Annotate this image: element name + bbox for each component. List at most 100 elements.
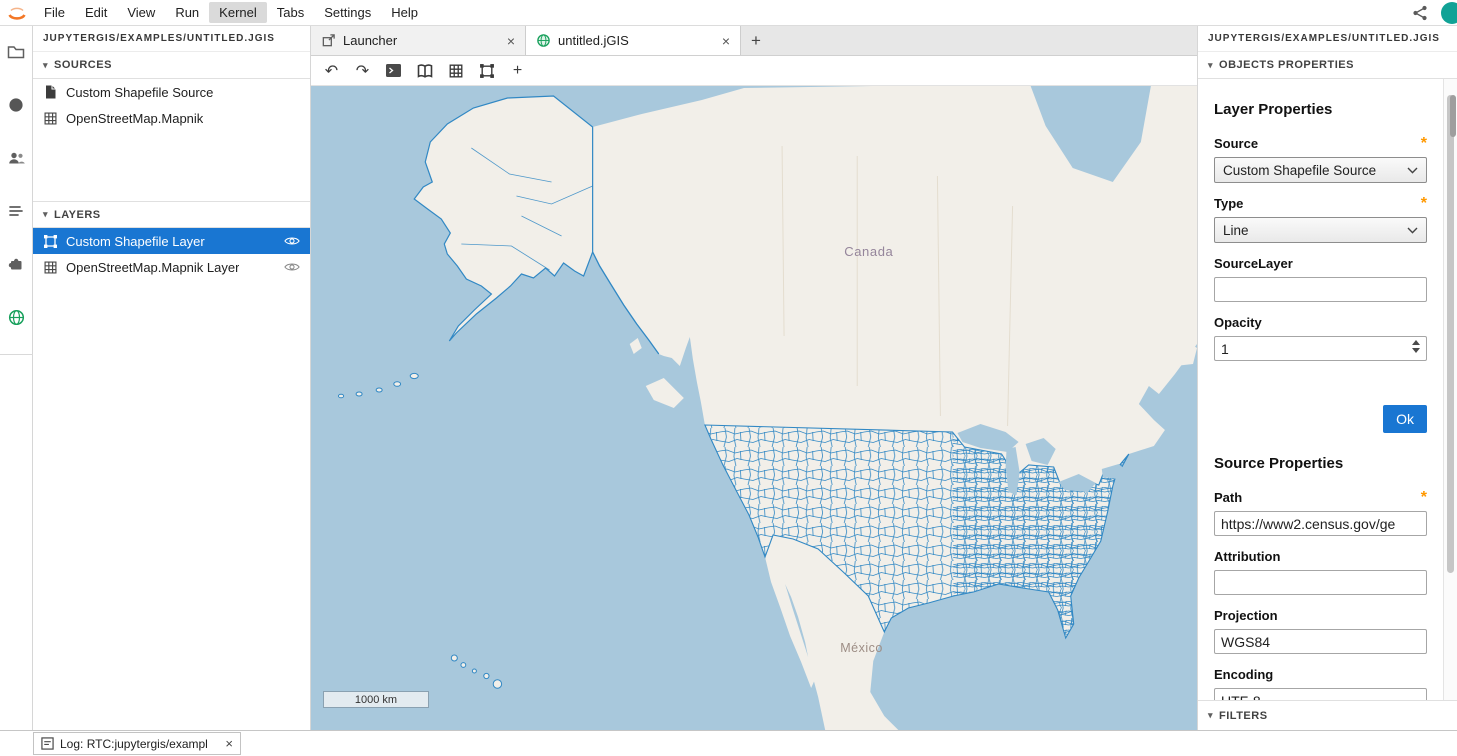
source-item-shapefile[interactable]: Custom Shapefile Source [33, 79, 310, 105]
attribution-input[interactable] [1214, 570, 1427, 595]
file-icon [43, 84, 58, 100]
basemap-gallery-button[interactable] [412, 59, 437, 83]
sidebar-tab-running[interactable] [3, 92, 29, 118]
type-select[interactable]: Line [1214, 217, 1427, 243]
sources-spacer [33, 131, 310, 201]
console-icon [385, 63, 402, 78]
user-avatar[interactable] [1441, 2, 1457, 24]
map-label-canada: Canada [844, 244, 893, 259]
type-field: Type * Line [1214, 196, 1427, 243]
source-select-value: Custom Shapefile Source [1223, 163, 1376, 178]
grid-icon [448, 63, 464, 79]
tab-bar: Launcher × untitled.jGIS × + [311, 26, 1197, 56]
right-properties-panel: JUPYTERGIS/EXAMPLES/UNTITLED.JGIS ▾ OBJE… [1197, 26, 1457, 730]
panel-scrollbar-thumb[interactable] [1447, 95, 1454, 573]
source-item-label: OpenStreetMap.Mapnik [66, 111, 203, 126]
main-area: JUPYTERGIS/EXAMPLES/UNTITLED.JGIS ▾ SOUR… [0, 26, 1457, 730]
filters-header-label: FILTERS [1219, 710, 1268, 722]
attribution-label: Attribution [1214, 549, 1280, 564]
source-select[interactable]: Custom Shapefile Source [1214, 157, 1427, 183]
window-scrollbar-thumb[interactable] [1450, 95, 1456, 137]
opacity-field: Opacity [1214, 315, 1427, 361]
chevron-down-icon [1407, 167, 1418, 174]
tab-label: Launcher [343, 33, 397, 48]
opacity-input[interactable] [1214, 336, 1427, 361]
tab-close-button[interactable]: × [720, 34, 732, 48]
caret-down-icon: ▾ [43, 210, 48, 219]
menu-settings[interactable]: Settings [314, 2, 381, 23]
sidebar-tab-extensions[interactable] [3, 251, 29, 277]
encoding-input[interactable] [1214, 688, 1427, 700]
projection-label: Projection [1214, 608, 1278, 623]
caret-down-icon: ▾ [1208, 711, 1213, 720]
sidebar-tab-files[interactable] [3, 39, 29, 65]
sidebar-tab-collaboration[interactable] [3, 145, 29, 171]
menu-kernel[interactable]: Kernel [209, 2, 267, 23]
undo-button[interactable]: ↶ [319, 59, 344, 83]
share-button[interactable] [1411, 4, 1429, 22]
source-item-label: Custom Shapefile Source [66, 85, 213, 100]
vector-square-icon [43, 234, 58, 249]
filters-section-header[interactable]: ▾ FILTERS [1198, 700, 1457, 730]
activity-bar-divider [0, 354, 33, 355]
tab-close-button[interactable]: × [505, 34, 517, 48]
vector-layer-button[interactable] [474, 59, 499, 83]
add-layer-button[interactable]: + [505, 59, 530, 83]
log-console-tab[interactable]: Log: RTC:jupytergis/exampl × [33, 732, 241, 755]
menu-tabs[interactable]: Tabs [267, 2, 314, 23]
ok-button[interactable]: Ok [1383, 405, 1427, 433]
required-asterisk: * [1421, 199, 1427, 209]
spinner-up-icon [1412, 340, 1420, 345]
map-label-mexico: México [840, 641, 883, 655]
breadcrumb: JUPYTERGIS/EXAMPLES/UNTITLED.JGIS [1198, 26, 1457, 52]
map-scale-bar: 1000 km [323, 691, 429, 708]
opacity-spinner[interactable] [1412, 340, 1420, 353]
objects-properties-label: OBJECTS PROPERTIES [1219, 59, 1354, 71]
grid-icon [43, 260, 58, 275]
layer-visibility-button[interactable] [284, 260, 300, 274]
menu-file[interactable]: File [34, 2, 75, 23]
bottom-panel-bar: Log: RTC:jupytergis/exampl × [0, 730, 1457, 756]
caret-down-icon: ▾ [1208, 61, 1213, 70]
menu-edit[interactable]: Edit [75, 2, 117, 23]
folder-icon [7, 43, 25, 61]
layer-item-shapefile[interactable]: Custom Shapefile Layer [33, 228, 310, 254]
path-input[interactable] [1214, 511, 1427, 536]
sourcelayer-field: SourceLayer [1214, 256, 1427, 302]
tab-label: untitled.jGIS [558, 33, 629, 48]
projection-input[interactable] [1214, 629, 1427, 654]
users-icon [7, 149, 26, 167]
log-tab-close-button[interactable]: × [225, 736, 233, 751]
menu-view[interactable]: View [117, 2, 165, 23]
map-book-icon [416, 63, 434, 79]
tab-untitled-jgis[interactable]: untitled.jGIS × [526, 26, 741, 55]
layer-visibility-button[interactable] [284, 234, 300, 248]
layers-header-label: LAYERS [54, 209, 101, 221]
jgis-doc-icon [536, 33, 551, 48]
tab-launcher[interactable]: Launcher × [311, 26, 526, 55]
menu-run[interactable]: Run [165, 2, 209, 23]
source-field: Source * Custom Shapefile Source [1214, 136, 1427, 183]
source-item-osm[interactable]: OpenStreetMap.Mapnik [33, 105, 310, 131]
document-area: Launcher × untitled.jGIS × + ↶ ↷ [311, 26, 1197, 730]
layer-item-label: Custom Shapefile Layer [66, 234, 205, 249]
map-viewport[interactable]: Canada México 1000 km [311, 86, 1197, 730]
new-tab-button[interactable]: + [741, 26, 771, 55]
raster-layer-button[interactable] [443, 59, 468, 83]
layer-item-label: OpenStreetMap.Mapnik Layer [66, 260, 239, 275]
menu-help[interactable]: Help [381, 2, 428, 23]
panel-scrollbar[interactable] [1443, 79, 1457, 700]
sidebar-tab-jupytergis[interactable] [3, 304, 29, 330]
objects-properties-header[interactable]: ▾ OBJECTS PROPERTIES [1198, 52, 1457, 79]
chevron-down-icon [1407, 227, 1418, 234]
jupyter-logo-icon [6, 2, 28, 24]
sources-section-header[interactable]: ▾ SOURCES [33, 52, 310, 79]
map-toolbar: ↶ ↷ + [311, 56, 1197, 86]
path-field: Path * [1214, 490, 1427, 536]
redo-button[interactable]: ↷ [350, 59, 375, 83]
console-button[interactable] [381, 59, 406, 83]
sidebar-tab-toc[interactable] [3, 198, 29, 224]
layer-item-osm[interactable]: OpenStreetMap.Mapnik Layer [33, 254, 310, 280]
sourcelayer-input[interactable] [1214, 277, 1427, 302]
layers-section-header[interactable]: ▾ LAYERS [33, 201, 310, 228]
